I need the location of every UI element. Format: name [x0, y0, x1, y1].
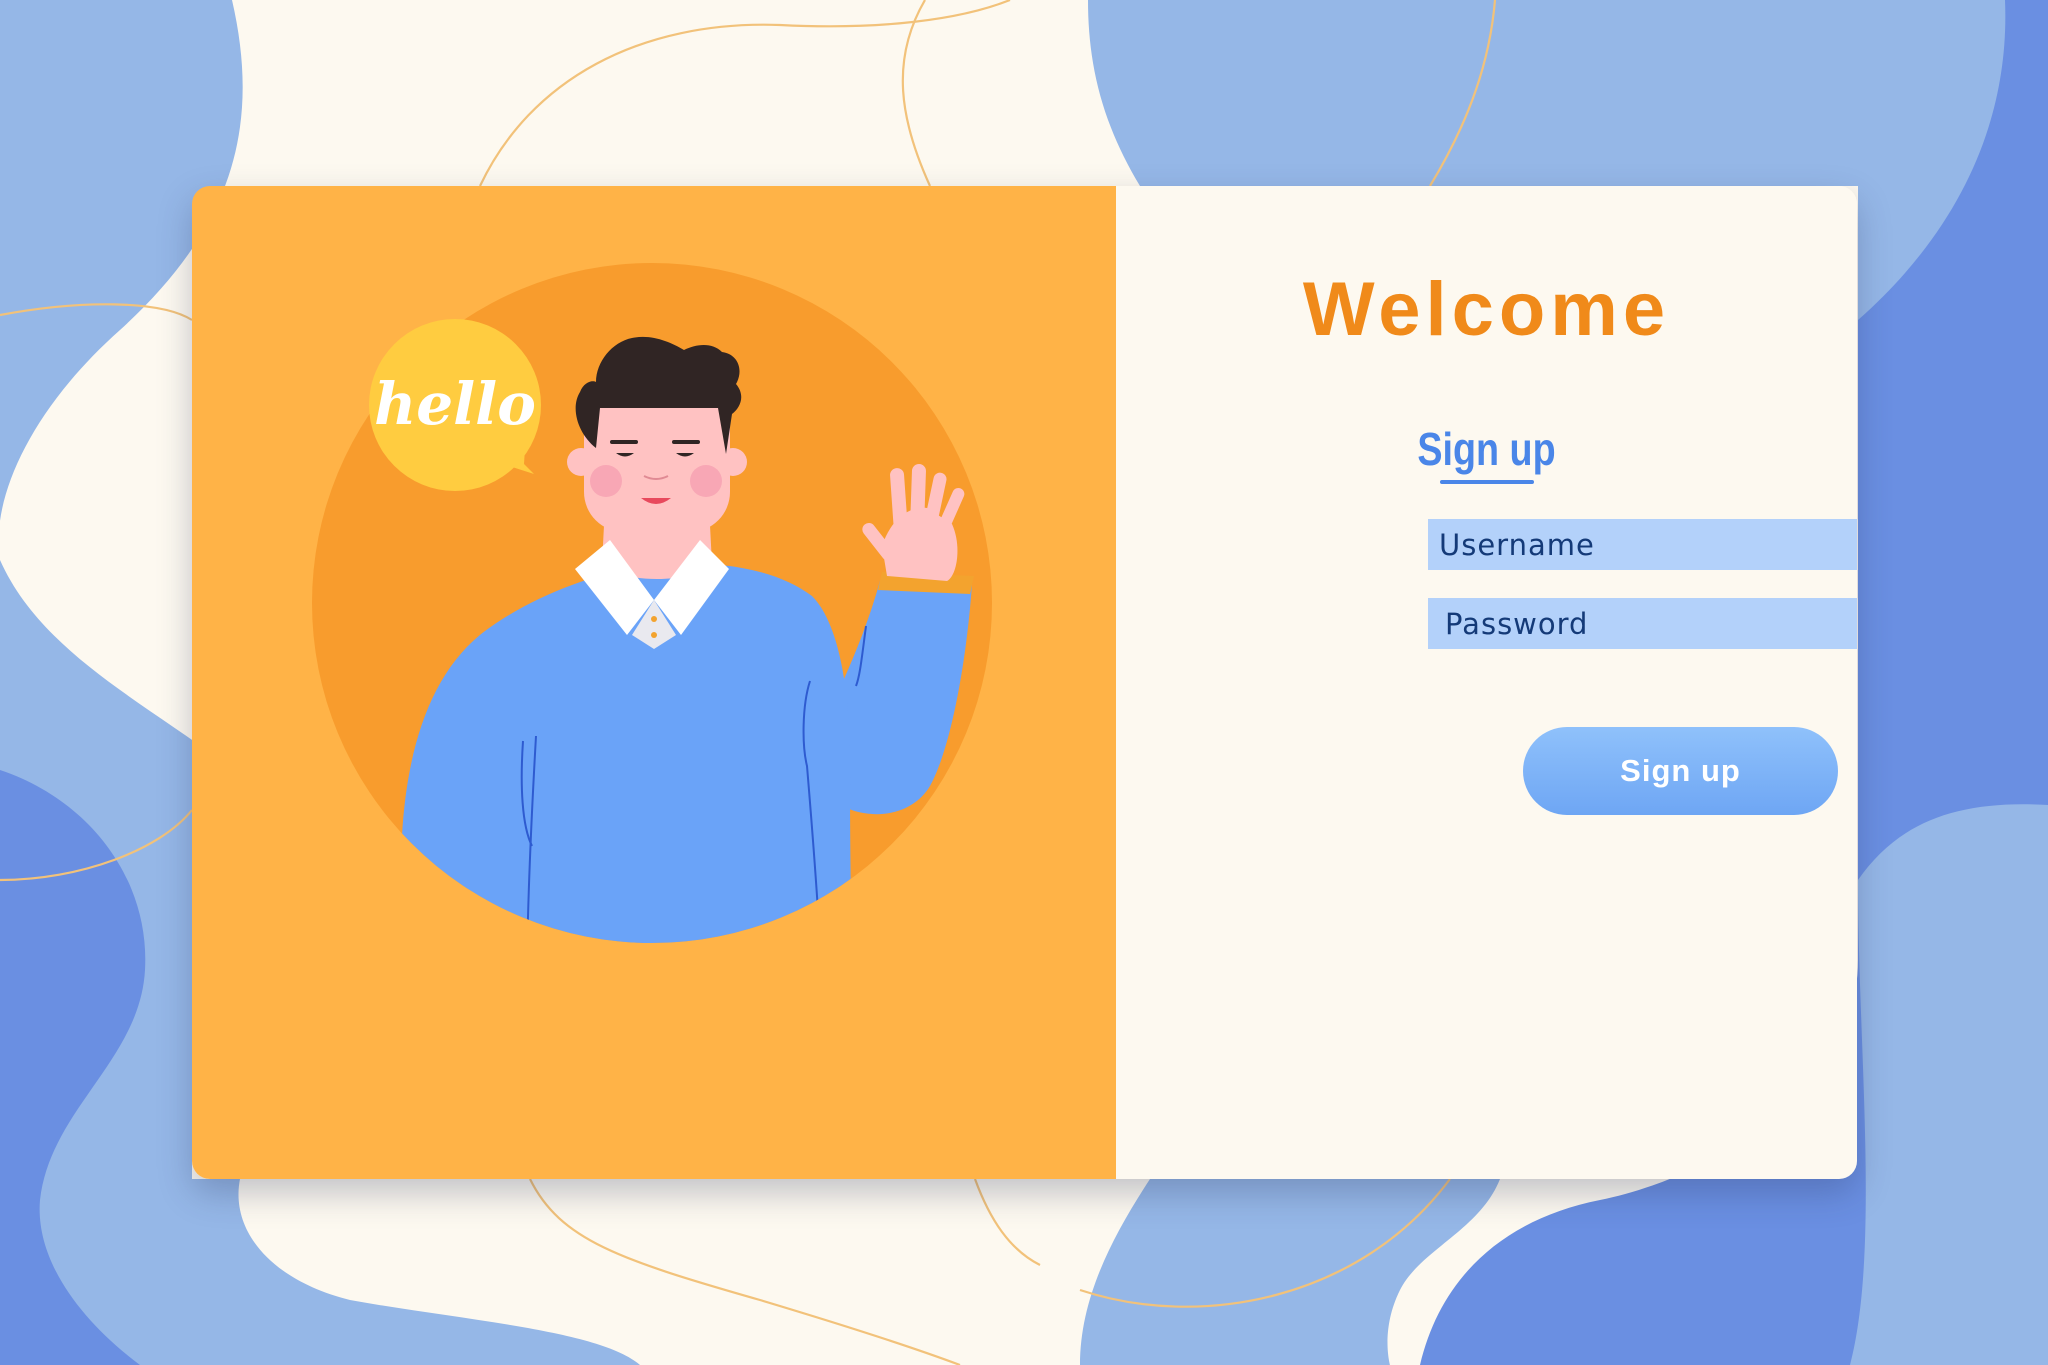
- hello-text: hello: [374, 370, 536, 438]
- illustration-panel: hello: [192, 186, 1116, 1179]
- background-blob: [1850, 804, 2048, 1365]
- hello-speech-bubble: hello: [369, 319, 541, 491]
- password-input[interactable]: [1428, 598, 1857, 649]
- username-input[interactable]: [1428, 519, 1857, 570]
- sign-up-button[interactable]: Sign up: [1523, 727, 1838, 815]
- welcome-heading: Welcome: [1302, 267, 1671, 352]
- form-panel: Welcome Sign up Sign up: [1116, 186, 1857, 1179]
- waving-person-illustration: hello: [312, 263, 992, 943]
- tab-underline: [1440, 480, 1534, 484]
- signup-card: hello Welcome Sign up Sign up: [192, 186, 1857, 1179]
- tab-sign-up[interactable]: Sign up: [1183, 422, 1791, 476]
